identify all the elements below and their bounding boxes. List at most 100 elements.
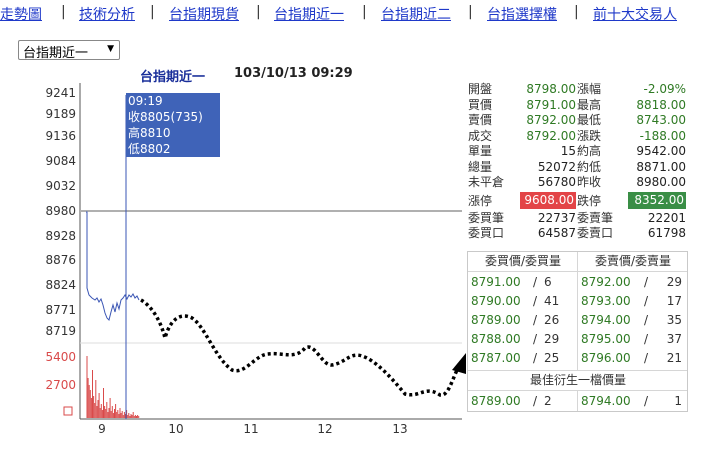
orderbook-row: 8789.00 / 26 8794.00 / 35 bbox=[468, 311, 688, 330]
orderbook-row: 8791.00 / 6 8792.00 / 29 bbox=[468, 273, 688, 292]
tooltip-low: 低8802 bbox=[128, 142, 171, 156]
orderbook-row: 8787.00 / 25 8796.00 / 21 bbox=[468, 349, 688, 368]
ask-qty: 35 bbox=[666, 313, 682, 327]
y-tick-label: 9136 bbox=[45, 129, 76, 143]
bid-header: 委買價/委買量 bbox=[484, 254, 562, 268]
slash: / bbox=[533, 313, 538, 327]
ask-price: 8795.00 bbox=[581, 332, 631, 346]
info-value: 22737 bbox=[537, 210, 576, 225]
info-row: 開盤 8798.00 漲幅 -2.09% bbox=[466, 82, 688, 98]
info-value: 52072 bbox=[537, 159, 576, 174]
info-value: -188.00 bbox=[639, 128, 686, 143]
y-tick-label: 8824 bbox=[45, 278, 76, 292]
y-tick-label: 8876 bbox=[45, 253, 76, 267]
best-bid-qty: 2 bbox=[544, 394, 552, 408]
info-label: 成交 bbox=[468, 128, 493, 143]
info-value: 9542.00 bbox=[636, 144, 686, 158]
info-row: 未平倉 56780 昨收 8980.00 bbox=[466, 175, 688, 191]
info-label: 委買筆 bbox=[468, 210, 505, 225]
ask-qty: 17 bbox=[666, 294, 682, 308]
x-tick-label: 10 bbox=[168, 422, 183, 436]
x-tick-label: 13 bbox=[392, 422, 407, 436]
info-label: 單量 bbox=[468, 144, 493, 158]
projection-arrow-head bbox=[452, 353, 466, 374]
slash: / bbox=[644, 294, 649, 308]
nav-separator: | bbox=[468, 4, 473, 20]
info-value: 8791.00 bbox=[526, 97, 576, 112]
info-row: 總量 52072 約低 8871.00 bbox=[466, 160, 688, 176]
quote-info-panel: 開盤 8798.00 漲幅 -2.09% 買價 8791.00 最高 8818.… bbox=[466, 82, 688, 242]
orderbook-row: 8790.00 / 41 8793.00 / 17 bbox=[468, 292, 688, 311]
slash: / bbox=[644, 351, 649, 365]
info-row: 委買筆 22737 委賣筆 22201 bbox=[466, 211, 688, 227]
info-label: 委買口 bbox=[468, 226, 505, 240]
info-row: 單量 15 約高 9542.00 bbox=[466, 144, 688, 160]
ask-qty: 37 bbox=[666, 332, 682, 346]
info-value: 8798.00 bbox=[526, 82, 576, 96]
tooltip-close: 收8805(735) bbox=[128, 110, 203, 124]
info-label: 開盤 bbox=[468, 82, 493, 96]
info-label: 漲幅 bbox=[577, 82, 602, 96]
bid-price: 8791.00 bbox=[471, 275, 521, 289]
info-value: 8792.00 bbox=[526, 113, 576, 127]
tooltip-time: 09:19 bbox=[128, 94, 163, 108]
bid-qty: 6 bbox=[544, 275, 552, 289]
bid-qty: 26 bbox=[544, 313, 560, 327]
nav-link-top10[interactable]: 前十大交易人 bbox=[593, 4, 677, 24]
info-label: 賣價 bbox=[468, 113, 493, 127]
info-value: 15 bbox=[560, 144, 576, 158]
bid-price: 8788.00 bbox=[471, 332, 521, 346]
slash: / bbox=[533, 294, 538, 308]
info-value: 64587 bbox=[537, 226, 576, 240]
ask-price: 8792.00 bbox=[581, 275, 631, 289]
slash: / bbox=[533, 394, 538, 408]
info-label: 約高 bbox=[577, 144, 602, 158]
info-value: 8792.00 bbox=[526, 128, 576, 143]
info-value: 8743.00 bbox=[636, 113, 686, 127]
slash: / bbox=[533, 332, 538, 346]
slash: / bbox=[644, 394, 649, 408]
orderbook-row: 8788.00 / 29 8795.00 / 37 bbox=[468, 330, 688, 349]
ask-price: 8793.00 bbox=[581, 294, 631, 308]
bid-price: 8787.00 bbox=[471, 351, 521, 365]
ask-price: 8796.00 bbox=[581, 351, 631, 365]
volume-legend-marker bbox=[63, 406, 73, 416]
y-tick-label: 9084 bbox=[45, 154, 76, 168]
best-ask-qty: 1 bbox=[674, 394, 682, 408]
slash: / bbox=[644, 332, 649, 346]
info-label: 約低 bbox=[577, 159, 602, 174]
info-row: 漲停 9608.00 跌停 8352.00 bbox=[466, 191, 688, 211]
info-value: 61798 bbox=[647, 226, 686, 240]
info-label: 漲停 bbox=[468, 193, 493, 208]
info-label: 漲跌 bbox=[577, 128, 602, 143]
info-value: -2.09% bbox=[643, 82, 686, 96]
intraday-chart[interactable]: 9241 9189 9136 9084 9032 8980 8928 8876 … bbox=[0, 0, 466, 455]
slash: / bbox=[533, 275, 538, 289]
info-label: 總量 bbox=[468, 159, 493, 174]
y-tick-label: 8771 bbox=[45, 303, 76, 317]
y-tick-label: 8928 bbox=[45, 229, 76, 243]
bid-qty: 41 bbox=[544, 294, 560, 308]
tooltip-high: 高8810 bbox=[128, 125, 171, 140]
best-ask-price: 8794.00 bbox=[581, 394, 631, 408]
nav-link-options[interactable]: 台指選擇權 bbox=[487, 4, 557, 24]
limit-down-value: 8352.00 bbox=[628, 191, 686, 209]
volume-tick-label: 2700 bbox=[45, 378, 76, 392]
ask-price: 8794.00 bbox=[581, 313, 631, 327]
info-row: 委買口 64587 委賣口 61798 bbox=[466, 226, 688, 242]
bid-price: 8790.00 bbox=[471, 294, 521, 308]
info-label: 未平倉 bbox=[468, 175, 505, 189]
slash: / bbox=[533, 351, 538, 365]
slash: / bbox=[644, 275, 649, 289]
order-book: 委買價/委買量 委賣價/委賣量 8791.00 / 6 8792.00 / 29… bbox=[467, 251, 688, 412]
bid-price: 8789.00 bbox=[471, 313, 521, 327]
volume-tick-label: 5400 bbox=[45, 350, 76, 364]
x-tick-label: 11 bbox=[243, 422, 258, 436]
best-derived-header: 最佳衍生一檔價量 bbox=[529, 373, 626, 387]
info-value: 8980.00 bbox=[636, 175, 686, 189]
projection-dotted-line bbox=[140, 298, 460, 397]
bid-qty: 25 bbox=[544, 351, 560, 365]
info-value: 22201 bbox=[647, 210, 686, 225]
price-line bbox=[86, 211, 140, 321]
info-label: 委賣口 bbox=[577, 226, 614, 240]
